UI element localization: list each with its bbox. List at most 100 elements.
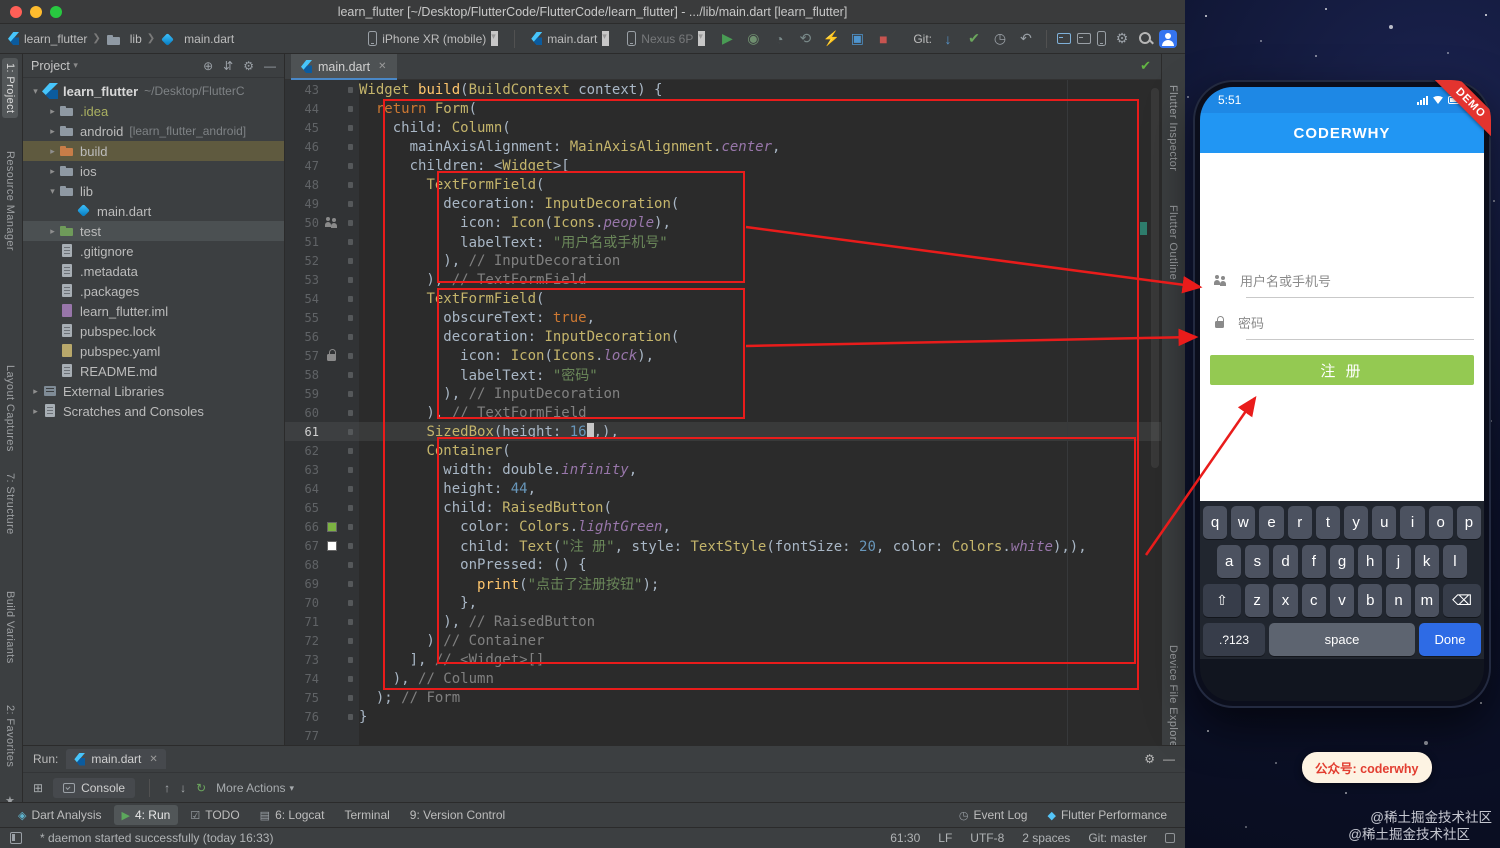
run-button[interactable]: ▶	[717, 29, 737, 49]
done-key[interactable]: Done	[1419, 623, 1481, 656]
fold-marker-icon[interactable]	[341, 448, 359, 454]
key-k[interactable]: k	[1414, 545, 1439, 578]
next-occurrence-icon[interactable]: ↓	[180, 781, 186, 795]
key-q[interactable]: q	[1202, 506, 1228, 539]
gear-icon[interactable]: ⚙	[243, 59, 254, 73]
code-line-66[interactable]: 66 color: Colors.lightGreen,	[285, 517, 1161, 536]
fold-marker-icon[interactable]	[341, 524, 359, 530]
fold-marker-icon[interactable]	[341, 695, 359, 701]
more-actions-dropdown[interactable]: More Actions ▾	[216, 781, 294, 795]
rerun-icon[interactable]: ↻	[196, 781, 206, 795]
chevron-right-icon[interactable]: ▸	[46, 106, 59, 117]
tool-window-button-run[interactable]: ▶ 4: Run	[113, 805, 179, 825]
code-line-51[interactable]: 51 labelText: "用户名或手机号"	[285, 232, 1161, 251]
username-field[interactable]: 用户名或手机号	[1214, 271, 1331, 290]
tool-button-project[interactable]: 1: Project	[2, 58, 18, 119]
sync-settings-icon[interactable]: ⚙	[1112, 29, 1132, 49]
code-line-57[interactable]: 57 icon: Icon(Icons.lock),	[285, 346, 1161, 365]
code-line-72[interactable]: 72 ) // Container	[285, 631, 1161, 650]
code-line-75[interactable]: 75 ); // Form	[285, 688, 1161, 707]
key-c[interactable]: c	[1301, 584, 1326, 617]
fold-marker-icon[interactable]	[341, 220, 359, 226]
key-j[interactable]: j	[1386, 545, 1411, 578]
git-update-button[interactable]: ↓	[938, 29, 958, 49]
key-u[interactable]: u	[1372, 506, 1397, 539]
fold-marker-icon[interactable]	[341, 657, 359, 663]
shift-key[interactable]: ⇧	[1203, 584, 1242, 617]
code-line-63[interactable]: 63 width: double.infinity,	[285, 460, 1161, 479]
close-tab-icon[interactable]: ✕	[149, 754, 157, 765]
chevron-right-icon[interactable]: ▸	[29, 386, 42, 397]
tool-button-resource-manager[interactable]: Resource Manager	[2, 146, 18, 256]
tool-window-button-dart-analysis[interactable]: ◈ Dart Analysis	[10, 805, 110, 825]
status-item-utf-8[interactable]: UTF-8	[970, 831, 1004, 845]
fold-marker-icon[interactable]	[341, 144, 359, 150]
search-icon[interactable]	[1138, 31, 1153, 46]
target-device-dropdown[interactable]: Nexus 6P ▾	[621, 29, 711, 48]
code-line-76[interactable]: 76}	[285, 707, 1161, 726]
project-panel-title[interactable]: Project	[31, 59, 70, 73]
tool-window-button-terminal[interactable]: Terminal	[336, 805, 397, 825]
tree-item-test[interactable]: ▸ test	[23, 221, 284, 241]
stop-button[interactable]: ■	[873, 29, 893, 49]
code-line-56[interactable]: 56 decoration: InputDecoration(	[285, 327, 1161, 346]
status-item-2-spaces[interactable]: 2 spaces	[1022, 831, 1070, 845]
key-b[interactable]: b	[1358, 584, 1383, 617]
code-line-60[interactable]: 60 ), // TextFormField	[285, 403, 1161, 422]
tree-item-readme-md[interactable]: README.md	[23, 361, 284, 381]
code-line-44[interactable]: 44 return Form(	[285, 99, 1161, 118]
attach-debugger-button[interactable]: ⟲	[795, 29, 815, 49]
key-n[interactable]: n	[1386, 584, 1411, 617]
backspace-key[interactable]: ⌫	[1442, 584, 1481, 617]
code-line-53[interactable]: 53 ), // TextFormField	[285, 270, 1161, 289]
run-settings-gear-icon[interactable]: ⚙	[1144, 752, 1155, 766]
code-line-62[interactable]: 62 Container(	[285, 441, 1161, 460]
code-line-50[interactable]: 50 icon: Icon(Icons.people),	[285, 213, 1161, 232]
device-selector-dropdown[interactable]: iPhone XR (mobile) ▾	[362, 29, 504, 48]
history-button[interactable]: ◷	[990, 29, 1010, 49]
tree-item-learn-flutter-iml[interactable]: learn_flutter.iml	[23, 301, 284, 321]
fold-marker-icon[interactable]	[341, 125, 359, 131]
layout-toggle-icon[interactable]: ⊞	[33, 781, 43, 795]
key-v[interactable]: v	[1329, 584, 1355, 617]
locate-file-icon[interactable]: ⊕	[203, 59, 213, 73]
fold-marker-icon[interactable]	[341, 353, 359, 359]
device-manager-icon[interactable]	[1097, 31, 1106, 46]
tool-window-button-flutter-performance[interactable]: ◆ Flutter Performance	[1039, 805, 1175, 825]
fold-marker-icon[interactable]	[341, 410, 359, 416]
key-t[interactable]: t	[1315, 506, 1340, 539]
key-l[interactable]: l	[1442, 545, 1467, 578]
code-line-47[interactable]: 47 children: <Widget>[	[285, 156, 1161, 175]
git-commit-button[interactable]: ✔	[964, 29, 984, 49]
code-line-64[interactable]: 64 height: 44,	[285, 479, 1161, 498]
fold-marker-icon[interactable]	[341, 638, 359, 644]
fold-marker-icon[interactable]	[341, 201, 359, 207]
chevron-right-icon[interactable]: ▸	[46, 226, 59, 237]
key-r[interactable]: r	[1287, 506, 1312, 539]
debug-button[interactable]: ◉	[743, 29, 763, 49]
code-line-46[interactable]: 46 mainAxisAlignment: MainAxisAlignment.…	[285, 137, 1161, 156]
code-line-67[interactable]: 67 child: Text("注 册", style: TextStyle(f…	[285, 536, 1161, 555]
color-preview-swatch[interactable]	[327, 521, 337, 532]
key-e[interactable]: e	[1259, 506, 1284, 539]
open-devtools-button[interactable]: ▣	[847, 29, 867, 49]
tree-item--metadata[interactable]: .metadata	[23, 261, 284, 281]
tree-item--packages[interactable]: .packages	[23, 281, 284, 301]
key-p[interactable]: p	[1456, 506, 1482, 539]
tool-window-button-version-control[interactable]: 9: Version Control	[402, 805, 513, 825]
chevron-down-icon[interactable]: ▾	[46, 186, 59, 197]
code-line-59[interactable]: 59 ), // InputDecoration	[285, 384, 1161, 403]
fold-marker-icon[interactable]	[341, 87, 359, 93]
fold-marker-icon[interactable]	[341, 277, 359, 283]
fold-marker-icon[interactable]	[341, 334, 359, 340]
code-line-55[interactable]: 55 obscureText: true,	[285, 308, 1161, 327]
fold-marker-icon[interactable]	[341, 486, 359, 492]
tree-item-scratches-and-consoles[interactable]: ▸ Scratches and Consoles	[23, 401, 284, 421]
password-field[interactable]: 密码	[1214, 313, 1264, 332]
key-i[interactable]: i	[1400, 506, 1425, 539]
layout-inspector-icon[interactable]	[1077, 33, 1091, 44]
tree-item-learn-flutter[interactable]: ▾ learn_flutter ~/Desktop/FlutterC	[23, 81, 284, 101]
zoom-window-button[interactable]	[50, 6, 62, 18]
fold-marker-icon[interactable]	[341, 239, 359, 245]
code-line-74[interactable]: 74 ), // Column	[285, 669, 1161, 688]
